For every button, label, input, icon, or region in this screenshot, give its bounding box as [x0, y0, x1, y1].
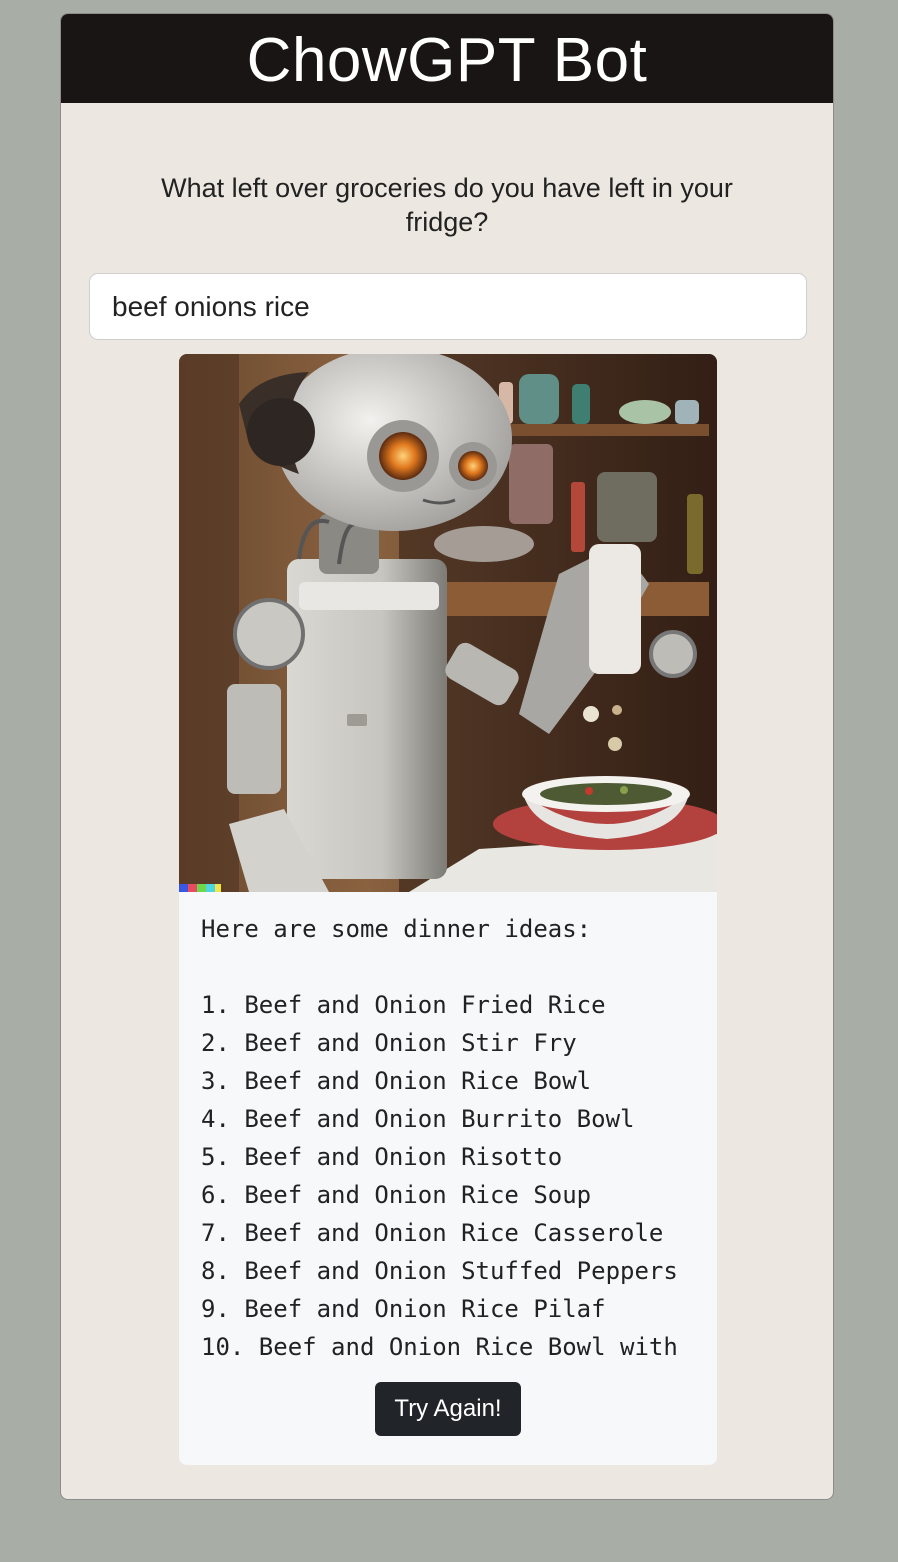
idea-item: 1. Beef and Onion Fried Rice: [201, 991, 606, 1019]
groceries-input[interactable]: [89, 273, 807, 340]
idea-item: 5. Beef and Onion Risotto: [201, 1143, 563, 1171]
app-header: ChowGPT Bot: [61, 14, 833, 103]
app-title: ChowGPT Bot: [246, 25, 648, 95]
idea-item: 3. Beef and Onion Rice Bowl: [201, 1067, 592, 1095]
app-card: ChowGPT Bot What left over groceries do …: [60, 13, 834, 1500]
idea-item: 8. Beef and Onion Stuffed Peppers: [201, 1257, 678, 1285]
idea-item: 9. Beef and Onion Rice Pilaf: [201, 1295, 606, 1323]
idea-item: 10. Beef and Onion Rice Bowl with: [201, 1333, 678, 1361]
robot-cooking-illustration: [179, 354, 717, 892]
result-panel: Here are some dinner ideas: 1. Beef and …: [179, 354, 717, 1465]
prompt-question: What left over groceries do you have lef…: [161, 173, 733, 237]
idea-item: 2. Beef and Onion Stir Fry: [201, 1029, 577, 1057]
try-again-button[interactable]: Try Again!: [375, 1382, 521, 1436]
idea-item: 4. Beef and Onion Burrito Bowl: [201, 1105, 635, 1133]
dinner-ideas-text: Here are some dinner ideas: 1. Beef and …: [179, 892, 717, 1366]
idea-item: 6. Beef and Onion Rice Soup: [201, 1181, 592, 1209]
ideas-intro: Here are some dinner ideas:: [201, 915, 592, 943]
idea-item: 7. Beef and Onion Rice Casserole: [201, 1219, 664, 1247]
